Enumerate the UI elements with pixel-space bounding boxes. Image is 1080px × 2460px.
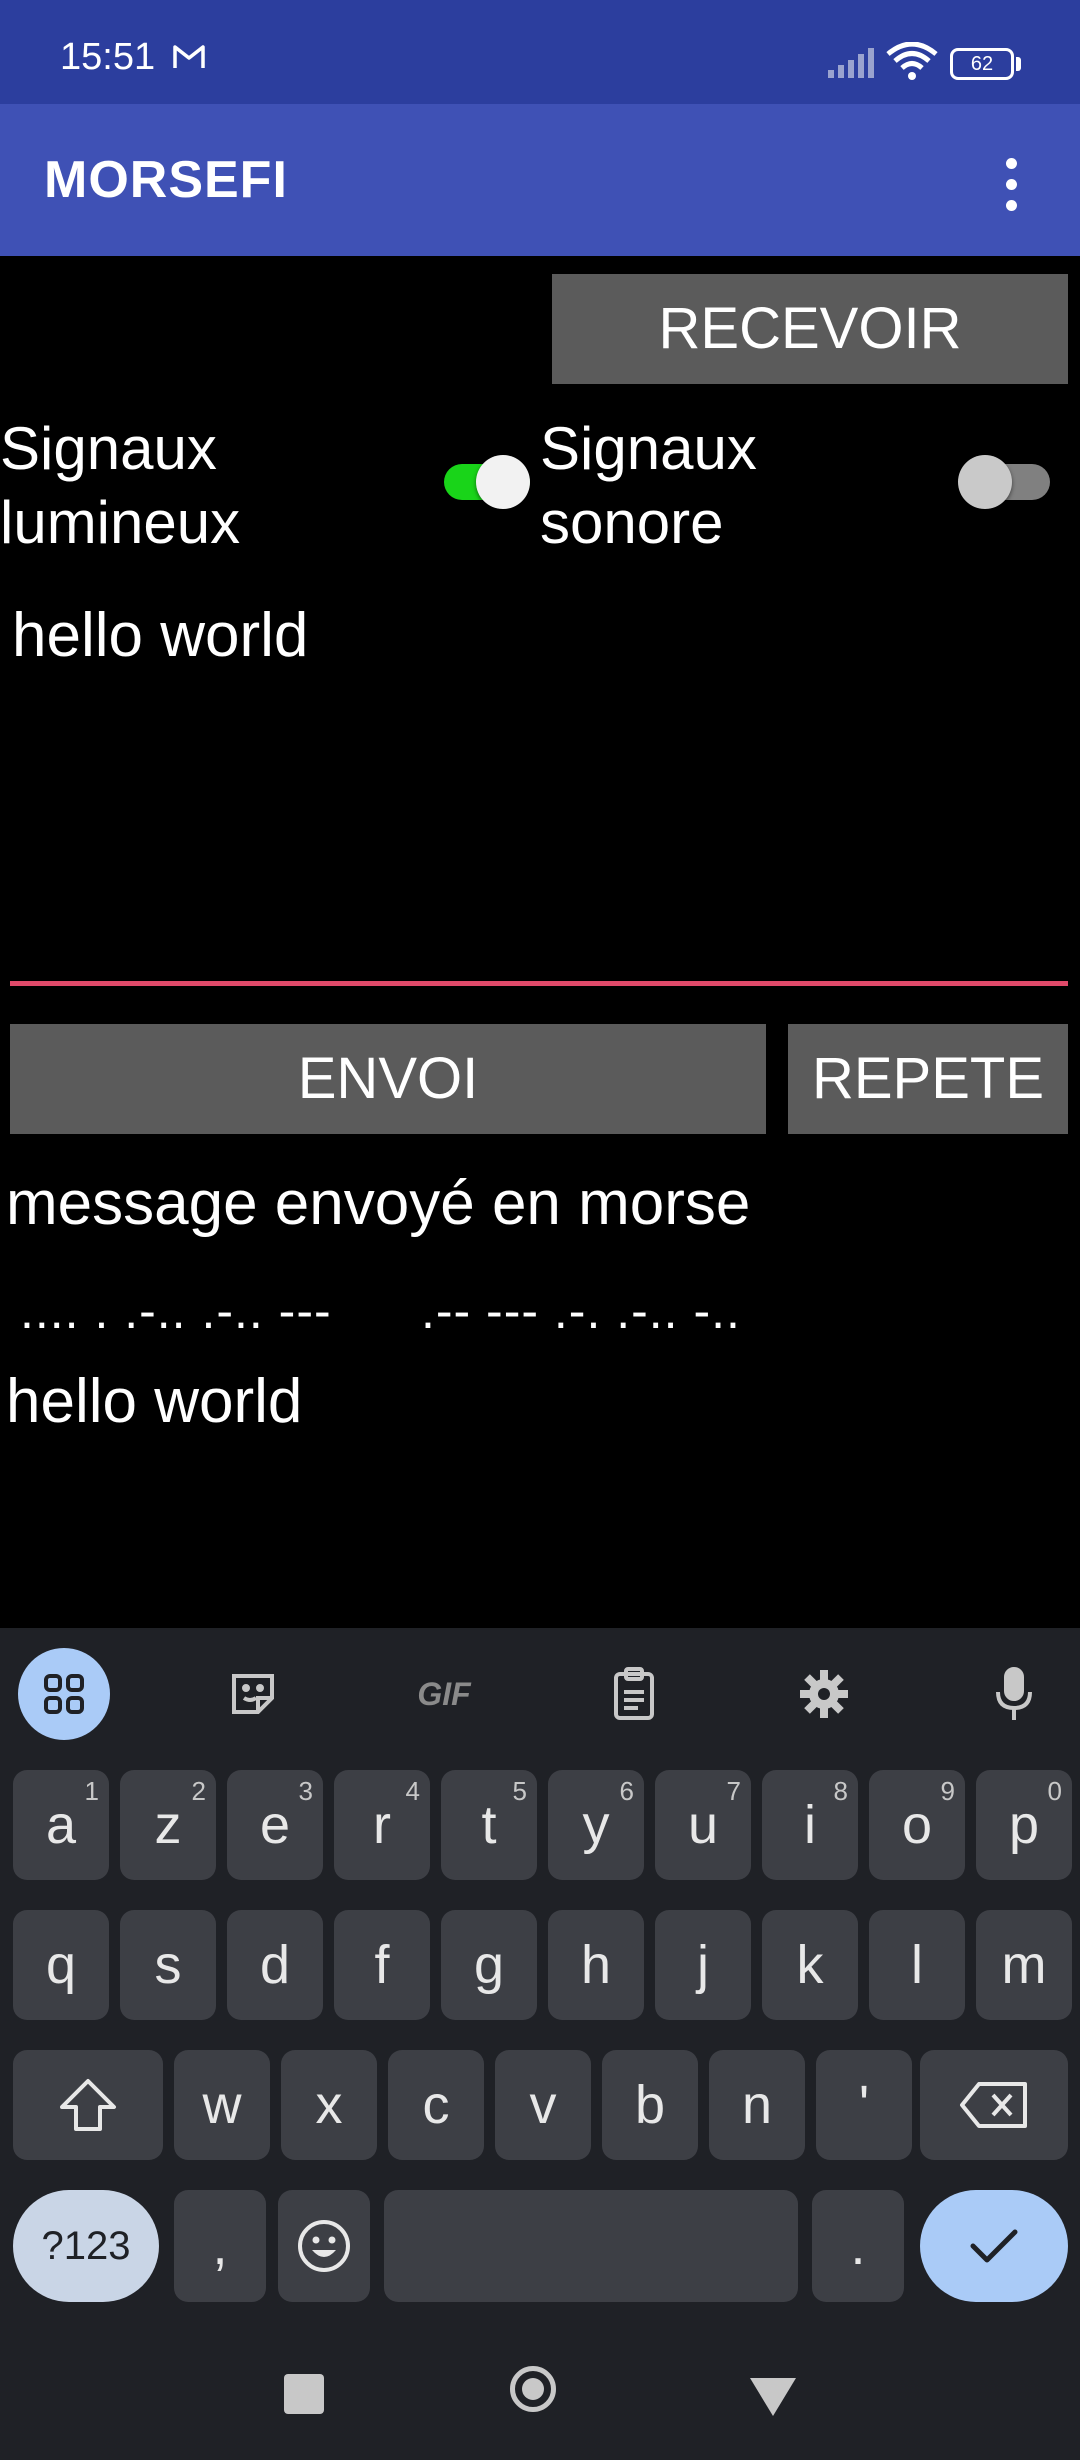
light-label-line2: lumineux xyxy=(0,489,241,556)
key-label: z xyxy=(154,1795,182,1855)
key-y[interactable]: y6 xyxy=(548,1770,644,1880)
backspace-icon xyxy=(960,2082,1027,2128)
key-g[interactable]: g xyxy=(441,1910,537,2020)
apps-icon[interactable] xyxy=(18,1648,110,1740)
key-s[interactable]: s xyxy=(120,1910,216,2020)
sound-label-line2: sonore xyxy=(540,489,724,556)
overflow-menu-icon[interactable] xyxy=(1006,158,1020,221)
key-i[interactable]: i8 xyxy=(762,1770,858,1880)
keyboard xyxy=(0,1628,1080,2460)
key-b[interactable]: b xyxy=(602,2050,698,2160)
input-underline xyxy=(10,981,1068,986)
key-label: p xyxy=(1008,1795,1040,1855)
key-p[interactable]: p0 xyxy=(976,1770,1072,1880)
key-label: o xyxy=(901,1795,933,1855)
microphone-icon[interactable] xyxy=(968,1648,1060,1740)
key-o[interactable]: o9 xyxy=(869,1770,965,1880)
key-hint: 3 xyxy=(298,1776,313,1806)
key-h[interactable]: h xyxy=(548,1910,644,2020)
key-w[interactable]: w xyxy=(174,2050,270,2160)
key-m[interactable]: m xyxy=(976,1910,1072,2020)
key-apostrophe[interactable]: ' xyxy=(816,2050,912,2160)
comma-key[interactable]: , xyxy=(174,2190,266,2302)
space-key[interactable] xyxy=(384,2190,798,2302)
enter-key[interactable] xyxy=(920,2190,1068,2302)
key-e[interactable]: e3 xyxy=(227,1770,323,1880)
recents-icon[interactable] xyxy=(284,2374,324,2414)
key-x[interactable]: x xyxy=(281,2050,377,2160)
recevoir-button[interactable]: RECEVOIR xyxy=(552,274,1068,384)
gif-icon[interactable]: GIF xyxy=(398,1648,490,1740)
key-t[interactable]: t5 xyxy=(441,1770,537,1880)
envoi-button[interactable]: ENVOI xyxy=(10,1024,766,1134)
light-signals-label: Signaux lumineux xyxy=(0,412,240,560)
key-hint: 9 xyxy=(940,1776,955,1806)
sound-signals-switch-thumb[interactable] xyxy=(958,455,1012,509)
key-label: y xyxy=(582,1795,610,1855)
key-u[interactable]: u7 xyxy=(655,1770,751,1880)
gear-icon[interactable] xyxy=(778,1648,870,1740)
key-hint: 4 xyxy=(405,1776,420,1806)
decoded-text: hello world xyxy=(6,1367,303,1436)
message-input[interactable]: hello world xyxy=(12,600,308,671)
key-label: r xyxy=(373,1795,391,1855)
sticker-icon[interactable] xyxy=(208,1648,300,1740)
sound-signals-label: Signaux sonore xyxy=(540,412,757,560)
symbols-key[interactable]: ?123 xyxy=(13,2190,159,2302)
key-j[interactable]: j xyxy=(655,1910,751,2020)
key-hint: 1 xyxy=(84,1776,99,1806)
battery-indicator: 62 xyxy=(950,48,1014,80)
shift-key[interactable] xyxy=(13,2050,163,2160)
output-title: message envoyé en morse xyxy=(6,1169,751,1238)
morse-output: .... . .-.. .-.. --- .-- --- .-. .-.. -.… xyxy=(20,1283,741,1339)
period-key[interactable]: . xyxy=(812,2190,904,2302)
key-r[interactable]: r4 xyxy=(334,1770,430,1880)
key-hint: 0 xyxy=(1047,1776,1062,1806)
key-k[interactable]: k xyxy=(762,1910,858,2020)
light-label-line1: Signaux xyxy=(0,415,217,482)
status-time: 15:51 xyxy=(60,36,156,78)
key-c[interactable]: c xyxy=(388,2050,484,2160)
navigation-bar xyxy=(0,2340,1080,2460)
emoji-key[interactable] xyxy=(278,2190,370,2302)
key-label: u xyxy=(687,1795,719,1855)
wifi-icon xyxy=(886,41,938,87)
key-f[interactable]: f xyxy=(334,1910,430,2020)
checkmark-icon xyxy=(970,2229,1018,2263)
key-hint: 8 xyxy=(833,1776,848,1806)
sound-label-line1: Signaux xyxy=(540,415,757,482)
key-z[interactable]: z2 xyxy=(120,1770,216,1880)
backspace-key[interactable] xyxy=(920,2050,1068,2160)
battery-tip xyxy=(1016,57,1021,71)
key-v[interactable]: v xyxy=(495,2050,591,2160)
key-hint: 5 xyxy=(512,1776,527,1806)
clipboard-icon[interactable] xyxy=(588,1648,680,1740)
app-title: MORSEFI xyxy=(44,151,288,209)
key-hint: 7 xyxy=(726,1776,741,1806)
key-q[interactable]: q xyxy=(13,1910,109,2020)
key-a[interactable]: a1 xyxy=(13,1770,109,1880)
shift-icon xyxy=(60,2079,116,2131)
key-label: e xyxy=(259,1795,291,1855)
light-signals-switch-thumb[interactable] xyxy=(476,455,530,509)
key-d[interactable]: d xyxy=(227,1910,323,2020)
emoji-icon xyxy=(298,2220,350,2272)
key-l[interactable]: l xyxy=(869,1910,965,2020)
signal-icon xyxy=(828,48,876,83)
repete-button[interactable]: REPETE xyxy=(788,1024,1068,1134)
key-hint: 6 xyxy=(619,1776,634,1806)
key-label: i xyxy=(804,1795,816,1855)
key-n[interactable]: n xyxy=(709,2050,805,2160)
key-hint: 2 xyxy=(191,1776,206,1806)
home-icon[interactable] xyxy=(510,2366,556,2412)
key-label: t xyxy=(481,1795,497,1855)
key-label: a xyxy=(45,1795,77,1855)
gmail-icon xyxy=(172,44,206,75)
back-icon[interactable] xyxy=(748,2374,798,2423)
